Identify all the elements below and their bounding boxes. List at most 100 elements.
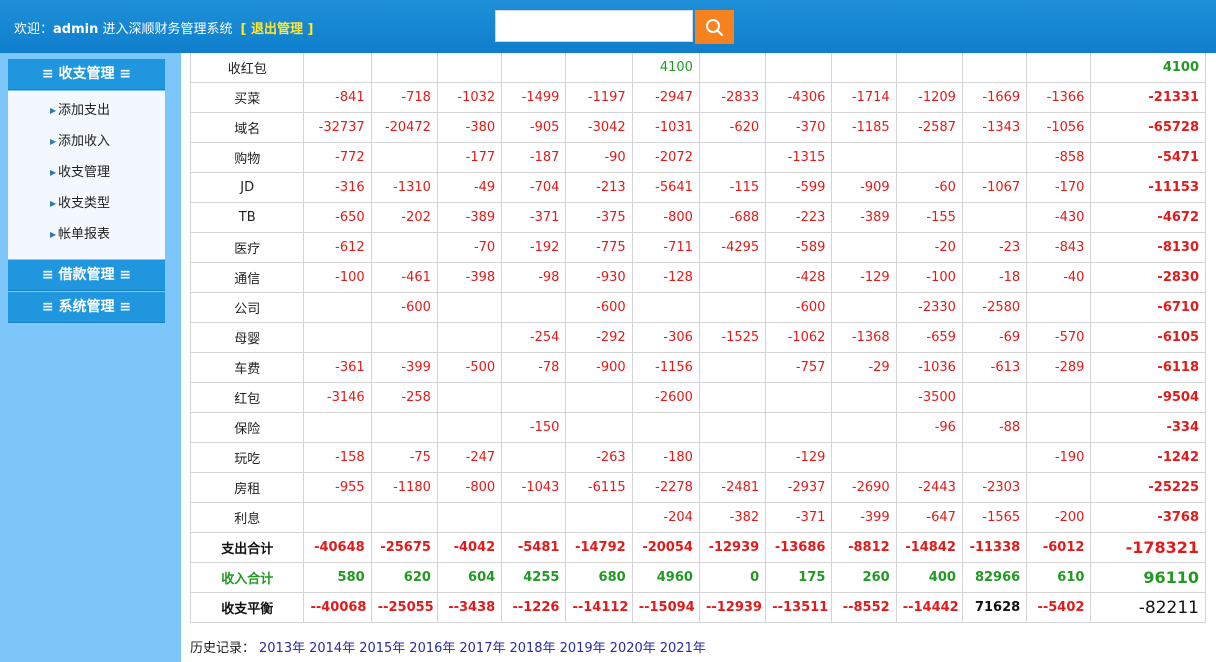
month-cell: -909 bbox=[831, 172, 897, 203]
month-cell: -2937 bbox=[765, 472, 833, 503]
month-cell bbox=[436, 53, 503, 83]
month-cell: -12939 bbox=[698, 532, 767, 563]
history-year-link[interactable]: 2019年 bbox=[560, 641, 606, 656]
month-cell: -3500 bbox=[895, 382, 963, 413]
month-cell: 400 bbox=[895, 562, 963, 593]
month-cell bbox=[765, 412, 833, 443]
month-cell: -170 bbox=[1026, 172, 1092, 203]
sidebar-item-add-income[interactable]: ▶ 添加收入 bbox=[8, 126, 165, 157]
history-year-link[interactable]: 2020年 bbox=[610, 641, 656, 656]
month-cell bbox=[961, 382, 1028, 413]
category-cell: 收红包 bbox=[190, 53, 305, 83]
month-cell: -775 bbox=[565, 232, 633, 263]
month-cell: -600 bbox=[765, 292, 833, 323]
month-cell: -292 bbox=[565, 322, 633, 353]
category-cell: 域名 bbox=[190, 112, 305, 143]
month-cell: -150 bbox=[501, 412, 567, 443]
menu-group-system[interactable]: ≡ 系统管理 ≡ bbox=[8, 292, 165, 323]
history-year-link[interactable]: 2014年 bbox=[309, 641, 355, 656]
month-cell bbox=[436, 382, 503, 413]
table-row: 医疗 -612 -70 -192 -775 -711 -4295 -589 -20 -23 -843… bbox=[190, 232, 1206, 263]
month-cell: -841 bbox=[303, 82, 372, 113]
history-year-link[interactable]: 2015年 bbox=[359, 641, 405, 656]
history-year-link[interactable]: 2018年 bbox=[509, 641, 555, 656]
sidebar-item-add-expense[interactable]: ▶ 添加支出 bbox=[8, 95, 165, 126]
month-cell: --1226 bbox=[501, 592, 567, 623]
row-total-cell: -6710 bbox=[1090, 292, 1206, 323]
month-cell: -757 bbox=[765, 352, 833, 383]
month-cell bbox=[961, 53, 1028, 83]
month-cell bbox=[303, 412, 372, 443]
category-cell: 收入合计 bbox=[190, 562, 305, 593]
category-cell: 利息 bbox=[190, 502, 305, 533]
month-cell: -2947 bbox=[631, 82, 700, 113]
sidebar-item-types[interactable]: ▶ 收支类型 bbox=[8, 188, 165, 219]
month-cell bbox=[698, 412, 767, 443]
month-cell: -3042 bbox=[565, 112, 633, 143]
bill-report-table: 收红包 4100 4100 买菜 -841 -718 -1032 -1499 -1197 -294… bbox=[190, 53, 1206, 623]
month-cell: -306 bbox=[631, 322, 700, 353]
month-cell: -1209 bbox=[895, 82, 963, 113]
row-total-cell: -4672 bbox=[1090, 202, 1206, 233]
month-cell: -8812 bbox=[831, 532, 897, 563]
table-row: 利息 -204 -382 -371 -399 -647 -1565 -200 -3768 bbox=[190, 502, 1206, 533]
category-cell: 收支平衡 bbox=[190, 592, 305, 623]
month-cell bbox=[831, 292, 897, 323]
history-year-link[interactable]: 2021年 bbox=[660, 641, 706, 656]
history-year-link[interactable]: 2017年 bbox=[459, 641, 505, 656]
month-cell bbox=[436, 502, 503, 533]
search-input[interactable] bbox=[495, 10, 693, 42]
month-cell: -2072 bbox=[631, 142, 700, 173]
month-cell: -155 bbox=[895, 202, 963, 233]
month-cell bbox=[436, 412, 503, 443]
sidebar-item-report[interactable]: ▶ 帐单报表 bbox=[8, 219, 165, 250]
month-cell: -398 bbox=[436, 262, 503, 293]
month-cell: -115 bbox=[698, 172, 767, 203]
month-cell: -75 bbox=[370, 442, 438, 473]
month-cell: -900 bbox=[565, 352, 633, 383]
search-button[interactable] bbox=[695, 10, 734, 44]
month-cell bbox=[831, 382, 897, 413]
table-row: 公司 -600 -600 -600 -2330 -2580 -6710 bbox=[190, 292, 1206, 323]
row-total-cell: -6105 bbox=[1090, 322, 1206, 353]
month-cell: -800 bbox=[631, 202, 700, 233]
row-total-cell: 4100 bbox=[1090, 53, 1206, 83]
month-cell: 175 bbox=[765, 562, 833, 593]
month-cell bbox=[565, 502, 633, 533]
month-cell bbox=[370, 412, 438, 443]
month-cell bbox=[765, 382, 833, 413]
history-year-link[interactable]: 2016年 bbox=[409, 641, 455, 656]
month-cell bbox=[370, 232, 438, 263]
month-cell: -1368 bbox=[831, 322, 897, 353]
category-cell: 房租 bbox=[190, 472, 305, 503]
month-cell: -1180 bbox=[370, 472, 438, 503]
month-cell: -613 bbox=[961, 352, 1028, 383]
month-cell: 4960 bbox=[631, 562, 700, 593]
month-cell: -1310 bbox=[370, 172, 438, 203]
month-cell: -430 bbox=[1026, 202, 1092, 233]
history-bar: 历史记录： 2013年 2014年 2015年 2016年 2017年 2018年 2019年… bbox=[190, 637, 706, 656]
category-cell: 红包 bbox=[190, 382, 305, 413]
month-cell: -316 bbox=[303, 172, 372, 203]
menu-group-loans[interactable]: ≡ 借款管理 ≡ bbox=[8, 260, 165, 291]
menu-group-income-expense[interactable]: ≡ 收支管理 ≡ bbox=[8, 59, 165, 90]
month-cell: -32737 bbox=[303, 112, 372, 143]
logout-link[interactable]: [ 退出管理 ] bbox=[241, 22, 314, 37]
history-year-link[interactable]: 2013年 bbox=[259, 641, 305, 656]
month-cell: -1366 bbox=[1026, 82, 1092, 113]
month-cell: 0 bbox=[698, 562, 767, 593]
welcome-message: 欢迎：admin 进入深顺财务管理系统 [ 退出管理 ] bbox=[14, 18, 313, 37]
month-cell: -129 bbox=[831, 262, 897, 293]
month-cell: -1565 bbox=[961, 502, 1028, 533]
month-cell: -1032 bbox=[436, 82, 503, 113]
row-total-cell: -82211 bbox=[1090, 592, 1206, 623]
month-cell: -2600 bbox=[631, 382, 700, 413]
month-cell: --15094 bbox=[631, 592, 700, 623]
month-cell: -371 bbox=[501, 202, 567, 233]
month-cell: --8552 bbox=[831, 592, 897, 623]
month-cell bbox=[831, 232, 897, 263]
sidebar-item-manage[interactable]: ▶ 收支管理 bbox=[8, 157, 165, 188]
month-cell: -5641 bbox=[631, 172, 700, 203]
month-cell: 580 bbox=[303, 562, 372, 593]
row-total-cell: -5471 bbox=[1090, 142, 1206, 173]
